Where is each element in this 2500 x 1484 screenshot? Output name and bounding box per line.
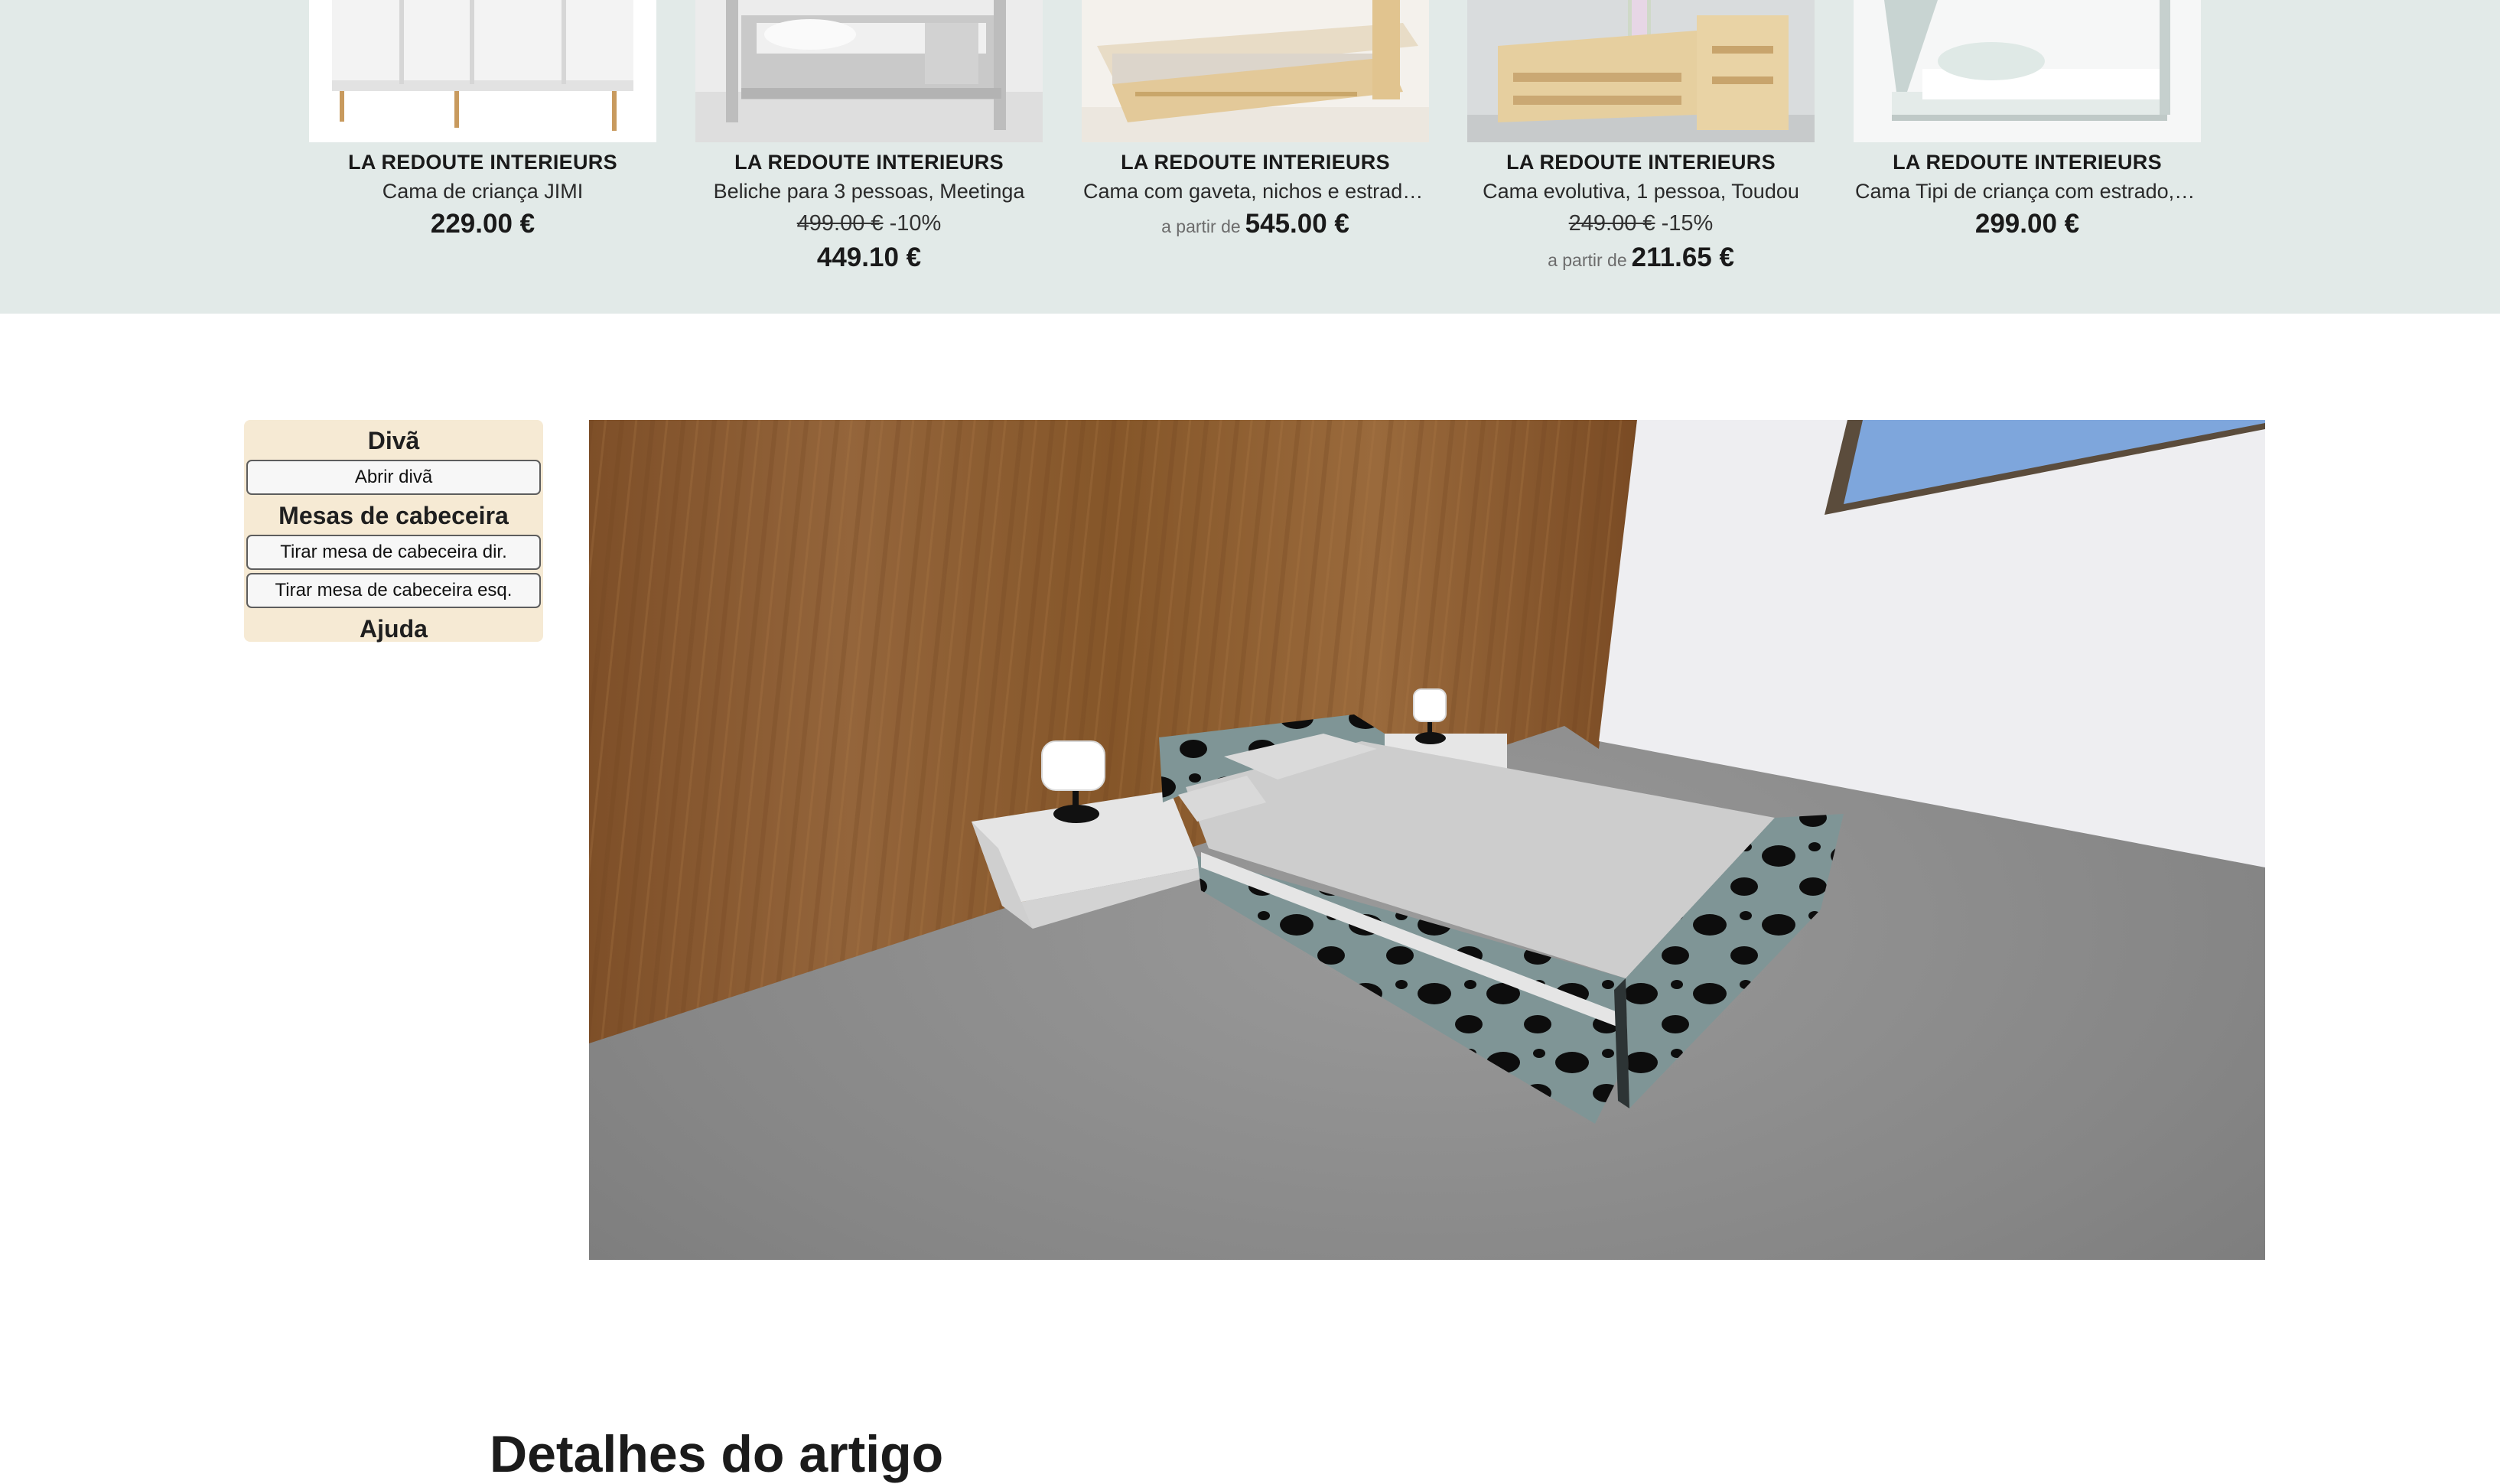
right-lamp	[1413, 688, 1447, 722]
price-from-label: a partir de	[1161, 216, 1241, 236]
product-discount: -15%	[1661, 211, 1714, 236]
product-price: 299.00 €	[1974, 209, 2080, 239]
left-lamp	[1041, 740, 1105, 791]
bed-configurator-panel: Divã Abrir divã Mesas de cabeceira Tirar…	[244, 420, 543, 643]
product-brand: LA REDOUTE INTERIEURS	[348, 151, 617, 174]
product-brand: LA REDOUTE INTERIEURS	[1121, 151, 1390, 174]
product-card[interactable]: LA REDOUTE INTERIEURS Cama com gaveta, n…	[1082, 0, 1429, 314]
product-name[interactable]: Cama evolutiva, 1 pessoa, Toudou	[1467, 176, 1815, 207]
product-brand: LA REDOUTE INTERIEURS	[1506, 151, 1776, 174]
remove-left-nightstand-button[interactable]: Tirar mesa de cabeceira esq.	[246, 573, 541, 608]
tipi-bed-image[interactable]	[1854, 0, 2201, 142]
product-card[interactable]: LA REDOUTE INTERIEURS Cama evolutiva, 1 …	[1467, 0, 1815, 314]
product-price: 229.00 €	[430, 209, 535, 239]
3d-scene[interactable]	[589, 420, 2265, 1260]
pine-drawer-bed-image[interactable]	[1082, 0, 1429, 142]
help-section-title[interactable]: Ajuda	[246, 611, 541, 646]
product-card[interactable]: LA REDOUTE INTERIEURS Beliche para 3 pes…	[695, 0, 1043, 314]
product-name[interactable]: Beliche para 3 pessoas, Meetinga	[695, 176, 1043, 207]
product-brand: LA REDOUTE INTERIEURS	[734, 151, 1004, 174]
related-products-carousel: LA REDOUTE INTERIEURS Cama de criança JI…	[0, 0, 2500, 314]
open-divan-button[interactable]: Abrir divã	[246, 460, 541, 495]
product-name[interactable]: Cama com gaveta, nichos e estrado ...	[1082, 176, 1429, 207]
white-kids-bed-image[interactable]	[309, 0, 656, 142]
pine-evolutive-bed-image[interactable]	[1467, 0, 1815, 142]
product-price: 211.65 €	[1631, 242, 1734, 272]
product-name[interactable]: Cama de criança JIMI	[309, 176, 656, 207]
price-from-label: a partir de	[1548, 250, 1627, 270]
product-card[interactable]: LA REDOUTE INTERIEURS Cama de criança JI…	[309, 0, 656, 314]
nightstands-section-title: Mesas de cabeceira	[278, 502, 509, 529]
product-discount: -10%	[889, 211, 942, 236]
product-old-price: 499.00 €	[796, 211, 884, 236]
product-card[interactable]: LA REDOUTE INTERIEURS Cama Tipi de crian…	[1854, 0, 2201, 314]
grey-bunk-bed-image[interactable]	[695, 0, 1043, 142]
product-old-price: 249.00 €	[1568, 211, 1655, 236]
product-name[interactable]: Cama Tipi de criança com estrado, S...	[1854, 176, 2201, 207]
product-brand: LA REDOUTE INTERIEURS	[1893, 151, 2162, 174]
product-price: 545.00 €	[1245, 209, 1349, 239]
3d-bed-viewer[interactable]	[589, 420, 2265, 1260]
remove-right-nightstand-button[interactable]: Tirar mesa de cabeceira dir.	[246, 535, 541, 570]
article-details-heading: Detalhes do artigo	[490, 1425, 944, 1483]
divan-section-title: Divã	[367, 427, 420, 454]
product-price: 449.10 €	[816, 242, 922, 272]
